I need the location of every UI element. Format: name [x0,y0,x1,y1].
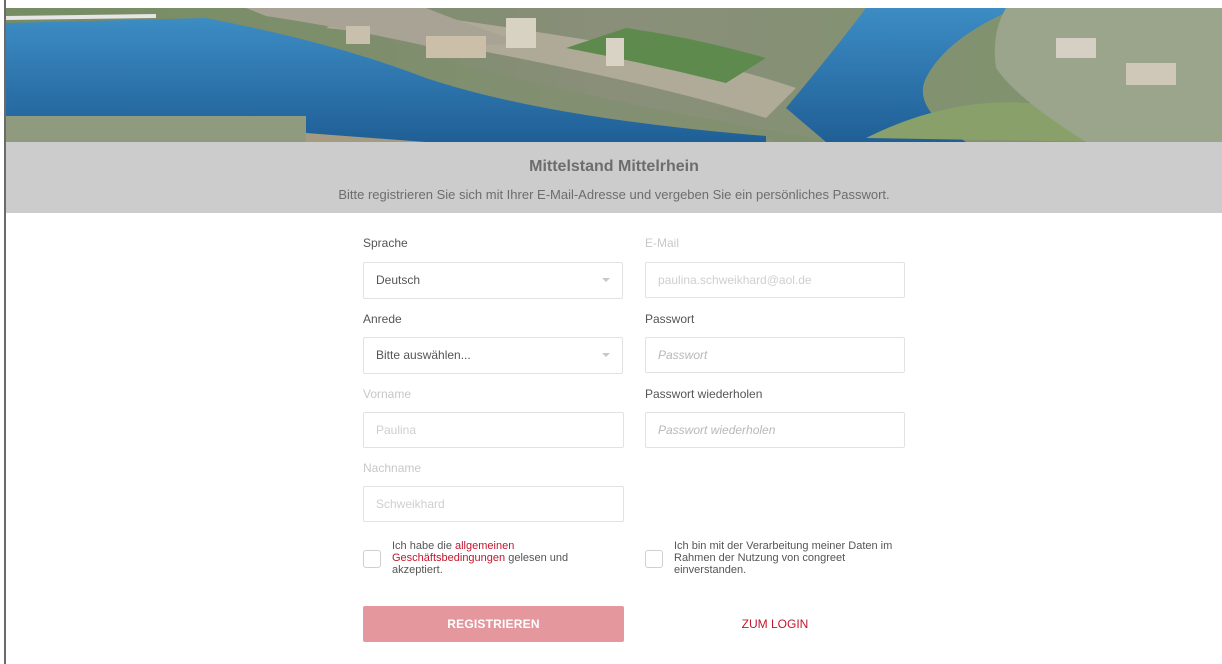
page-title: Mittelstand Mittelrhein [529,158,699,175]
chevron-down-icon [602,353,610,357]
language-select[interactable]: Deutsch [363,262,623,299]
salutation-label: Anrede [363,312,402,326]
register-button[interactable]: REGISTRIEREN [363,606,624,642]
window-top-edge [0,0,1222,8]
chevron-down-icon [602,278,610,282]
last-name-label: Nachname [363,461,422,475]
last-name-field[interactable] [363,486,624,522]
first-name-field[interactable] [363,412,624,448]
password-field[interactable] [645,337,905,373]
page-subtitle: Bitte registrieren Sie sich mit Ihrer E-… [338,187,890,202]
salutation-select[interactable]: Bitte auswählen... [363,337,623,374]
password-repeat-label: Passwort wiederholen [645,387,763,401]
email-label: E-Mail [645,236,680,250]
first-name-label: Vorname [363,387,412,401]
salutation-select-value: Bitte auswählen... [376,348,471,362]
hero-image-koblenz [6,8,1222,142]
language-label: Sprache [363,236,408,250]
language-select-value: Deutsch [376,273,421,287]
privacy-text: Ich bin mit der Verarbeitung meiner Date… [674,540,893,576]
password-repeat-field[interactable] [645,412,905,448]
privacy-checkbox[interactable] [645,550,663,568]
login-link[interactable]: ZUM LOGIN [645,606,905,642]
email-field[interactable] [645,262,905,298]
terms-text-prefix: Ich habe die [392,540,455,552]
password-label: Passwort [645,312,695,326]
hero-illustration [6,8,1222,142]
terms-checkbox[interactable] [363,550,381,568]
terms-text: Ich habe die allgemeinen Geschäftsbeding… [392,540,612,576]
header-banner: Mittelstand Mittelrhein Bitte registrier… [6,142,1222,213]
